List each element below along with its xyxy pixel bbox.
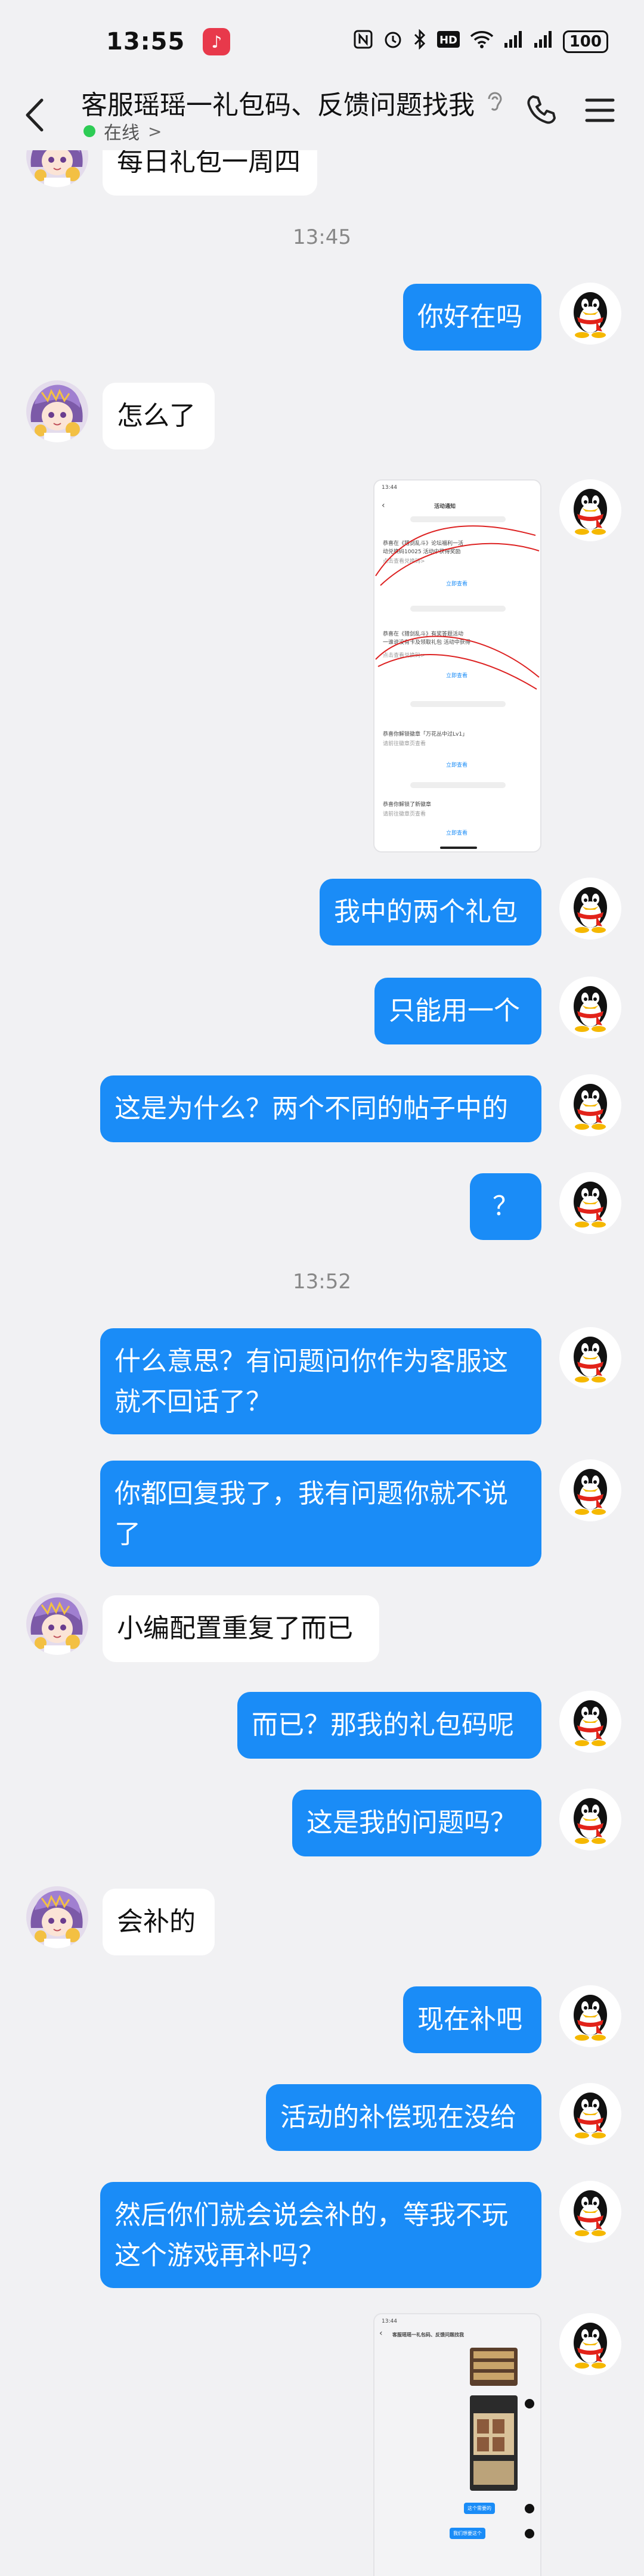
avatar-agent[interactable] bbox=[26, 1593, 88, 1655]
message-text: 了 bbox=[114, 1519, 141, 1549]
status-bar: 13:55 ♪ HD 100 bbox=[0, 0, 644, 83]
avatar-self[interactable] bbox=[559, 1985, 621, 2047]
message-text: 怎么了 bbox=[117, 401, 196, 431]
message-out[interactable]: ？ bbox=[470, 1173, 541, 1240]
message-out[interactable]: 活动的补偿现在没给 bbox=[266, 2084, 541, 2151]
message-text: 什么意思？有问题问你作为客服这 bbox=[114, 1346, 508, 1377]
message-text: 你好在吗 bbox=[417, 302, 522, 332]
avatar-self[interactable] bbox=[559, 1788, 621, 1850]
message-text: 小编配置重复了而已 bbox=[117, 1613, 353, 1644]
message-text: ？ bbox=[493, 1191, 519, 1222]
message-out[interactable]: 什么意思？有问题问你作为客服这 就不回话了？ bbox=[100, 1328, 541, 1434]
shot-scribble-marks bbox=[375, 516, 540, 849]
message-text: 每日礼包一周四 bbox=[117, 150, 301, 177]
message-out[interactable]: 只能用一个 bbox=[374, 978, 541, 1044]
svg-text:HD: HD bbox=[439, 34, 457, 47]
message-text: 然后你们就会说会补的，等我不玩 bbox=[114, 2200, 508, 2230]
avatar-agent[interactable] bbox=[26, 380, 88, 442]
image-message[interactable]: 13:44 ‹ 客服瑶瑶一礼包码、反馈问题找我 这个需要的 我们想要这个 bbox=[373, 2313, 541, 2576]
alarm-icon bbox=[383, 29, 403, 54]
message-text: 就不回话了？ bbox=[114, 1387, 272, 1417]
message-text: 我中的两个礼包 bbox=[334, 897, 518, 927]
message-text: 这是为什么？两个不同的帖子中的 bbox=[114, 1093, 508, 1124]
timestamp: 13:52 bbox=[293, 1270, 351, 1294]
avatar-agent[interactable] bbox=[26, 150, 88, 187]
status-time: 13:55 bbox=[106, 28, 185, 55]
message-out[interactable]: 我中的两个礼包 bbox=[320, 879, 541, 946]
avatar-self[interactable] bbox=[559, 283, 621, 345]
message-text: 只能用一个 bbox=[389, 996, 520, 1026]
avatar-self[interactable] bbox=[559, 977, 621, 1039]
avatar-self[interactable] bbox=[559, 1074, 621, 1136]
message-out[interactable]: 然后你们就会说会补的，等我不玩 这个游戏再补吗？ bbox=[100, 2182, 541, 2288]
nfc-icon bbox=[353, 29, 373, 54]
chat-title[interactable]: 客服瑶瑶一礼包码、反馈问题找我 bbox=[81, 83, 475, 122]
online-status-text: 在线 bbox=[104, 123, 140, 144]
message-out[interactable]: 你好在吗 bbox=[403, 284, 541, 351]
message-in[interactable]: 会补的 bbox=[103, 1889, 215, 1955]
message-text: 而已？那我的礼包码呢 bbox=[252, 1710, 514, 1740]
message-out[interactable]: 你都回复我了，我有问题你就不说 了 bbox=[100, 1461, 541, 1567]
message-out[interactable]: 这是我的问题吗？ bbox=[292, 1790, 541, 1856]
avatar-self[interactable] bbox=[559, 1691, 621, 1753]
bluetooth-icon bbox=[413, 29, 427, 54]
avatar-self[interactable] bbox=[559, 2313, 621, 2375]
image-message[interactable]: 13:44 活动通知 ‹ 恭喜在《猎剑乱斗》论坛福利一活 动兑换码10025 活… bbox=[373, 479, 541, 853]
message-text: 这是我的问题吗？ bbox=[306, 1808, 516, 1838]
shot-bubble: 我们想要这个 bbox=[450, 2528, 485, 2539]
back-chevron-icon[interactable] bbox=[20, 94, 50, 136]
avatar-self[interactable] bbox=[559, 2181, 621, 2243]
status-icons: HD 100 bbox=[353, 29, 608, 54]
avatar-self[interactable] bbox=[559, 479, 621, 541]
battery-indicator: 100 bbox=[562, 30, 608, 53]
phone-icon[interactable] bbox=[525, 93, 558, 126]
online-status[interactable]: 在线 > bbox=[83, 118, 162, 144]
music-app-icon: ♪ bbox=[203, 28, 231, 55]
message-text: 你都回复我了，我有问题你就不说 bbox=[114, 1478, 508, 1509]
message-in[interactable]: 小编配置重复了而已 bbox=[103, 1595, 379, 1662]
avatar-agent[interactable] bbox=[26, 1886, 88, 1948]
avatar-self[interactable] bbox=[559, 1327, 621, 1389]
signal-icon-1 bbox=[503, 30, 524, 54]
timestamp: 13:45 bbox=[293, 225, 351, 249]
shot-bubble: 这个需要的 bbox=[464, 2503, 495, 2514]
message-out[interactable]: 现在补吧 bbox=[403, 1986, 541, 2053]
avatar-self[interactable] bbox=[559, 2083, 621, 2145]
message-in[interactable]: 怎么了 bbox=[103, 383, 215, 450]
ear-icon bbox=[488, 92, 502, 111]
chat-header: 客服瑶瑶一礼包码、反馈问题找我 在线 > bbox=[0, 83, 644, 150]
wifi-icon bbox=[470, 30, 494, 54]
message-in[interactable]: 每日礼包一周四 bbox=[103, 150, 317, 196]
message-out[interactable]: 而已？那我的礼包码呢 bbox=[237, 1692, 541, 1759]
online-chevron-icon: > bbox=[148, 121, 162, 141]
message-text: 活动的补偿现在没给 bbox=[280, 2102, 516, 2132]
message-out[interactable]: 这是为什么？两个不同的帖子中的 bbox=[100, 1075, 541, 1142]
message-list[interactable]: 每日礼包一周四 13:45 你好在吗 怎么了 13:44 活动通知 ‹ 恭喜在《… bbox=[0, 150, 644, 2576]
avatar-self[interactable] bbox=[559, 1459, 621, 1521]
avatar-self[interactable] bbox=[559, 1172, 621, 1234]
online-dot bbox=[83, 125, 95, 137]
message-text: 这个游戏再补吗？ bbox=[114, 2240, 324, 2271]
menu-icon[interactable] bbox=[584, 97, 615, 124]
hd-icon: HD bbox=[436, 30, 460, 53]
avatar-self[interactable] bbox=[559, 878, 621, 940]
signal-icon-2 bbox=[533, 30, 553, 54]
message-text: 会补的 bbox=[117, 1907, 196, 1937]
message-text: 现在补吧 bbox=[417, 2004, 522, 2035]
